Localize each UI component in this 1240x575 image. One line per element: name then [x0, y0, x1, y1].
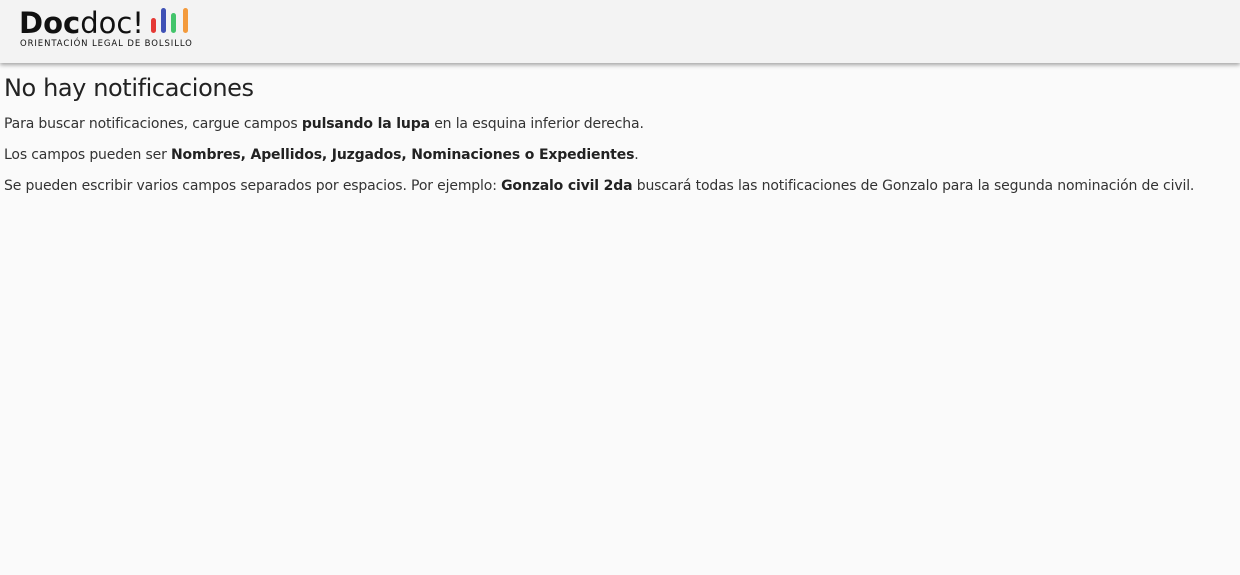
help-text-bold: Nombres, Apellidos, Juzgados, Nominacion… [170, 147, 635, 163]
notifications-empty-state: No hay notificaciones Para buscar notifi… [4, 72, 1234, 195]
help-paragraph-fields: Los campos pueden ser Nombres, Apellidos… [4, 146, 1234, 164]
page-title: No hay notificaciones [4, 74, 254, 102]
logo-tagline: ORIENTACIÓN LEGAL DE BOLSILLO [20, 39, 193, 49]
app-header: Docdoc! ORIENTACIÓN LEGAL DE BOLSILLO [0, 0, 1240, 63]
logo-word-light: doc! [80, 6, 144, 40]
help-text-bold: Gonzalo civil 2da [501, 178, 633, 194]
help-text: Los campos pueden ser [4, 147, 171, 163]
logo-word-bold: Doc [19, 6, 81, 40]
logo-bars-icon [151, 8, 188, 33]
docdoc-logo[interactable]: Docdoc! ORIENTACIÓN LEGAL DE BOLSILLO [19, 6, 199, 52]
help-paragraph-example: Se pueden escribir varios campos separad… [4, 177, 1234, 195]
help-text: . [634, 147, 639, 163]
help-paragraph-search: Para buscar notificaciones, cargue campo… [4, 115, 1234, 133]
help-text: en la esquina inferior derecha. [429, 116, 644, 132]
help-text-bold: pulsando la lupa [301, 116, 430, 132]
help-text: Para buscar notificaciones, cargue campo… [4, 116, 302, 132]
logo-wordmark: Docdoc! [19, 6, 144, 40]
help-text: Se pueden escribir varios campos separad… [4, 178, 502, 194]
help-text: buscará todas las notificaciones de Gonz… [632, 178, 1195, 194]
